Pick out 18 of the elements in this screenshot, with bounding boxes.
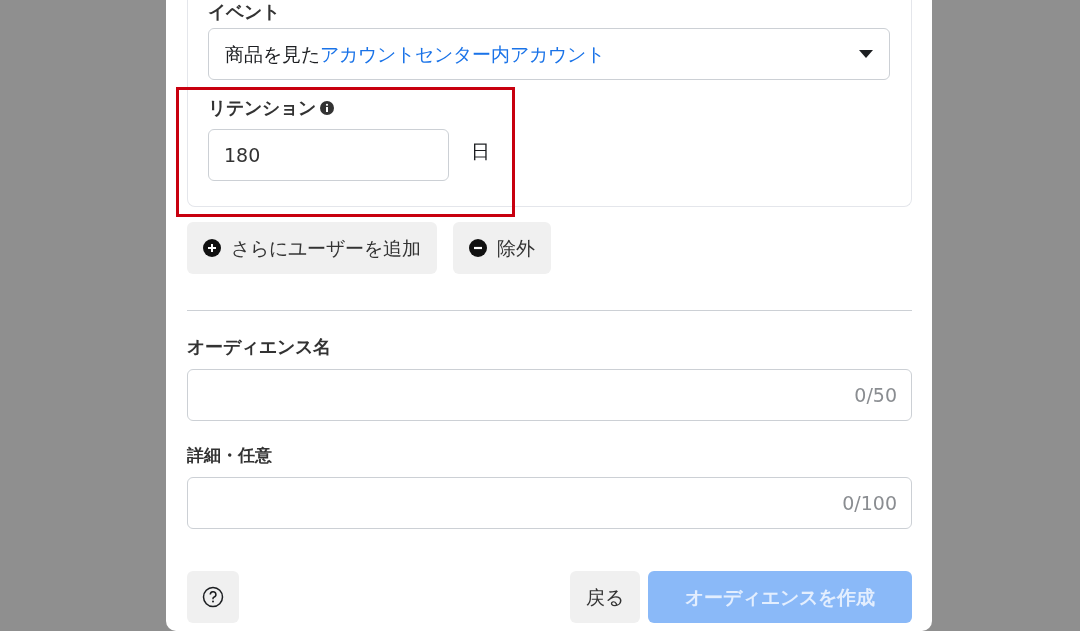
- help-button[interactable]: [187, 571, 239, 623]
- help-icon: [202, 586, 224, 608]
- character-counter: 0/50: [854, 382, 897, 408]
- plus-icon: [203, 239, 221, 257]
- event-dropdown[interactable]: 商品を見た アカウントセンター内アカウント: [208, 28, 890, 80]
- field-label: 詳細・任意: [187, 444, 273, 467]
- field-label: オーディエンス名: [187, 335, 332, 359]
- character-counter: 0/100: [842, 490, 897, 516]
- add-users-button[interactable]: さらにユーザーを追加: [187, 222, 437, 274]
- unit-label: 日: [471, 139, 490, 164]
- minus-icon: [469, 239, 487, 257]
- info-icon[interactable]: [320, 101, 334, 115]
- field-label: リテンション: [208, 96, 316, 120]
- retention-input[interactable]: 180: [208, 129, 449, 181]
- exclude-button[interactable]: 除外: [453, 222, 551, 274]
- back-button[interactable]: 戻る: [570, 571, 640, 623]
- caret-icon: [859, 50, 873, 58]
- field-label: イベント: [208, 0, 281, 24]
